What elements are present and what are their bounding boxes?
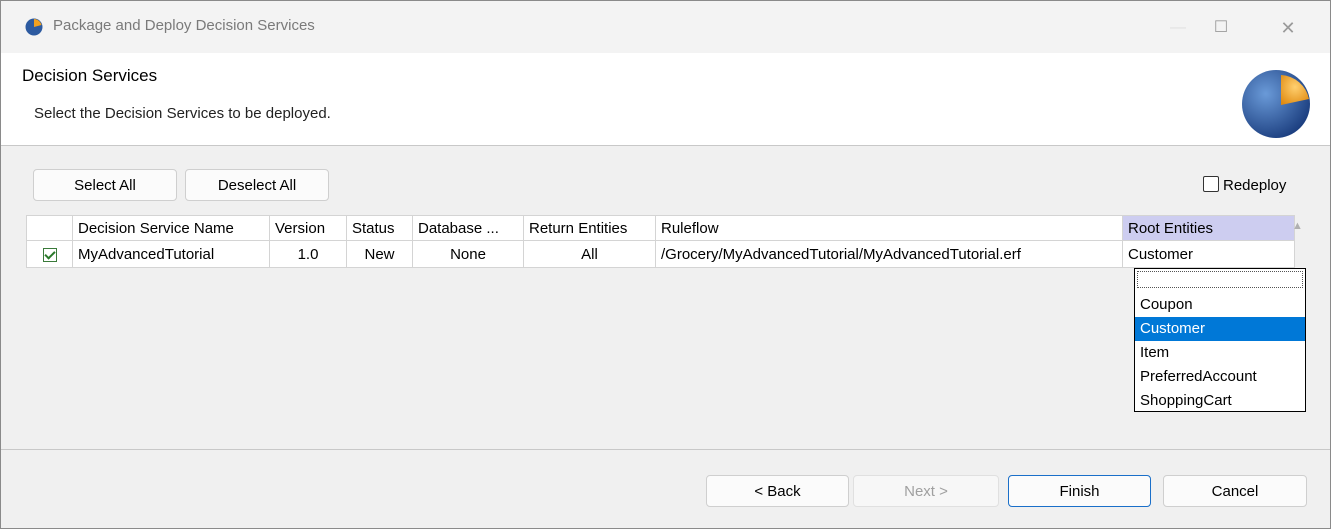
minimize-icon: —	[1170, 19, 1186, 36]
cell-return-entities[interactable]: All	[523, 240, 656, 268]
back-button[interactable]: < Back	[706, 475, 849, 507]
scroll-up-arrow-icon[interactable]: ▲	[1292, 220, 1303, 232]
cell-database[interactable]: None	[412, 240, 524, 268]
next-button[interactable]: Next >	[853, 475, 999, 507]
column-header-status[interactable]: Status	[346, 215, 413, 241]
finish-button[interactable]: Finish	[1008, 475, 1151, 507]
dropdown-option-empty[interactable]	[1137, 271, 1303, 288]
window-title: Package and Deploy Decision Services	[53, 17, 315, 34]
page-description: Select the Decision Services to be deplo…	[34, 105, 331, 122]
table-header-row: Decision Service Name Version Status Dat…	[26, 215, 1295, 241]
dropdown-option-selected[interactable]: Customer	[1135, 317, 1305, 341]
column-header-root-entities[interactable]: Root Entities	[1122, 215, 1295, 241]
dropdown-option[interactable]: PreferredAccount	[1135, 365, 1305, 389]
dropdown-option[interactable]: Item	[1135, 341, 1305, 365]
close-icon: ✕	[1280, 18, 1296, 38]
cell-name[interactable]: MyAdvancedTutorial	[72, 240, 270, 268]
deselect-all-button[interactable]: Deselect All	[185, 169, 329, 201]
dropdown-option[interactable]: Coupon	[1135, 293, 1305, 317]
cell-version[interactable]: 1.0	[269, 240, 347, 268]
wizard-header: Decision Services Select the Decision Se…	[1, 53, 1330, 146]
app-logo-icon	[25, 18, 43, 36]
row-select-cell[interactable]	[26, 240, 73, 268]
redeploy-checkbox[interactable]: Redeploy	[1203, 176, 1286, 194]
cell-status[interactable]: New	[346, 240, 413, 268]
footer-divider	[1, 449, 1330, 450]
column-header-ruleflow[interactable]: Ruleflow	[655, 215, 1123, 241]
column-header-version[interactable]: Version	[269, 215, 347, 241]
page-title: Decision Services	[22, 66, 158, 85]
row-checkbox[interactable]	[42, 247, 57, 262]
cancel-button[interactable]: Cancel	[1163, 475, 1307, 507]
column-header-return-entities[interactable]: Return Entities	[523, 215, 656, 241]
root-entities-dropdown-list[interactable]: Coupon Customer Item PreferredAccount Sh…	[1134, 268, 1306, 412]
decision-services-table-area: Decision Service Name Version Status Dat…	[26, 215, 1316, 421]
table-row[interactable]: MyAdvancedTutorial 1.0 New None All /Gro…	[26, 240, 1295, 268]
wizard-logo-icon	[1242, 70, 1310, 138]
column-header-name[interactable]: Decision Service Name	[72, 215, 270, 241]
maximize-icon: ☐	[1213, 19, 1229, 36]
cell-ruleflow[interactable]: /Grocery/MyAdvancedTutorial/MyAdvancedTu…	[655, 240, 1123, 268]
redeploy-label: Redeploy	[1223, 177, 1287, 194]
redeploy-checkbox-box[interactable]	[1203, 176, 1219, 192]
dialog-window: Package and Deploy Decision Services — ☐…	[0, 0, 1331, 529]
column-header-database[interactable]: Database ...	[412, 215, 524, 241]
minimize-button[interactable]: —	[1155, 11, 1201, 45]
maximize-button[interactable]: ☐	[1198, 11, 1244, 45]
close-button[interactable]: ✕	[1265, 11, 1311, 45]
dropdown-option[interactable]: ShoppingCart	[1135, 389, 1305, 413]
select-all-button[interactable]: Select All	[33, 169, 177, 201]
column-header-select[interactable]	[26, 215, 73, 241]
decision-services-table: Decision Service Name Version Status Dat…	[26, 215, 1295, 268]
title-bar: Package and Deploy Decision Services — ☐…	[1, 1, 1330, 53]
cell-root-entities[interactable]: Customer	[1122, 240, 1295, 268]
